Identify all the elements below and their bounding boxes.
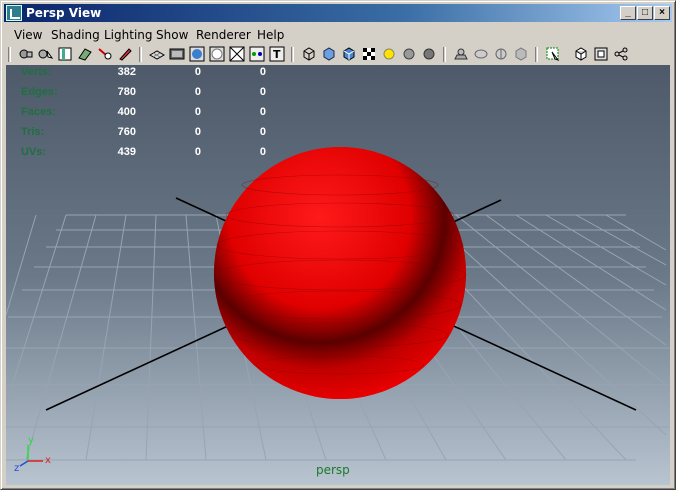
hud-label-uvs: UVs: (21, 146, 47, 158)
hud-verts-total: 382 (117, 66, 136, 78)
hud-edges-other: 0 (259, 86, 266, 98)
axis-gizmo (19, 445, 43, 467)
hud-uvs-selected: 0 (194, 146, 201, 158)
bookmark-icon[interactable] (57, 46, 73, 62)
red-sphere-shading[interactable] (214, 147, 466, 399)
isolate-select-icon[interactable] (513, 46, 529, 62)
axis-y-label: y (28, 435, 34, 446)
grease-pencil-icon[interactable] (117, 46, 133, 62)
xray-components-icon[interactable] (593, 46, 609, 62)
axis-x-label: x (45, 455, 51, 466)
hud-tris-selected: 0 (194, 126, 201, 138)
hud-faces-total: 400 (117, 106, 136, 118)
toolbar-separator (443, 47, 446, 62)
hud-faces-other: 0 (259, 106, 266, 118)
hud-edges-total: 780 (117, 86, 136, 98)
menu-view[interactable]: View (14, 28, 42, 42)
toolbar-separator (139, 47, 142, 62)
screen-space-ao-icon[interactable] (421, 46, 437, 62)
hud-icon[interactable] (613, 46, 629, 62)
field-chart-icon[interactable] (229, 46, 245, 62)
hud-verts-other: 0 (259, 66, 266, 78)
title-bar[interactable]: Persp View _ □ × (4, 4, 672, 22)
hud-label-tris: Tris: (21, 126, 45, 138)
motion-blur-icon[interactable] (453, 46, 469, 62)
hud-uvs-other: 0 (259, 146, 266, 158)
menu-lighting[interactable]: Lighting (104, 28, 153, 42)
toolbar-separator (535, 47, 538, 62)
persp-view-window: Persp View _ □ × View Shading Lighting S… (0, 0, 676, 490)
hud-label-edges: Edges: (21, 86, 58, 98)
window-title: Persp View (26, 6, 102, 20)
svg-text:T: T (273, 48, 281, 61)
hud-faces-selected: 0 (194, 106, 201, 118)
grid-icon[interactable] (148, 46, 166, 62)
depth-of-field-icon[interactable] (493, 46, 509, 62)
hud-tris-other: 0 (259, 126, 266, 138)
textured-icon[interactable] (361, 46, 377, 62)
shadows-icon[interactable] (401, 46, 417, 62)
camera-name-label: persp (316, 463, 350, 477)
safe-title-icon[interactable]: T (269, 46, 285, 62)
default-material-icon[interactable] (341, 46, 357, 62)
safe-action-icon[interactable] (249, 46, 265, 62)
2d-pan-zoom-icon[interactable] (97, 46, 113, 62)
menu-bar: View Shading Lighting Show Renderer Help (4, 25, 672, 44)
maximize-button[interactable]: □ (637, 6, 653, 20)
image-plane-icon[interactable] (77, 46, 93, 62)
menu-help[interactable]: Help (257, 28, 284, 42)
hud-uvs-total: 439 (117, 146, 136, 158)
hud-tris-total: 760 (117, 126, 136, 138)
menu-shading[interactable]: Shading (51, 28, 100, 42)
toolbar-separator (8, 47, 11, 62)
minimize-button[interactable]: _ (620, 6, 636, 20)
xray-icon[interactable] (545, 46, 561, 62)
hud-label-verts: Verts: (21, 66, 52, 78)
axis-z-label: z (14, 463, 19, 474)
film-gate-icon[interactable] (169, 46, 185, 62)
menu-renderer[interactable]: Renderer (196, 28, 251, 42)
gate-mask-icon[interactable] (209, 46, 225, 62)
use-all-lights-icon[interactable] (381, 46, 397, 62)
wireframe-icon[interactable] (301, 46, 317, 62)
app-icon (6, 5, 22, 21)
camera-attributes-icon[interactable] (18, 46, 34, 62)
camera-select-icon[interactable] (37, 46, 54, 62)
hud-edges-selected: 0 (194, 86, 201, 98)
perspective-viewport[interactable]: y x z Verts: 382 0 0 Edges: 780 0 0 Face… (6, 65, 670, 485)
hud-label-faces: Faces: (21, 106, 56, 118)
toolbar-separator (291, 47, 294, 62)
resolution-gate-icon[interactable] (189, 46, 205, 62)
multisample-aa-icon[interactable] (473, 46, 489, 62)
smooth-shade-icon[interactable] (321, 46, 337, 62)
hud-verts-selected: 0 (194, 66, 201, 78)
close-button[interactable]: × (654, 6, 670, 20)
xray-joints-icon[interactable] (573, 46, 589, 62)
menu-show[interactable]: Show (156, 28, 188, 42)
view-toolbar: T (4, 45, 672, 65)
